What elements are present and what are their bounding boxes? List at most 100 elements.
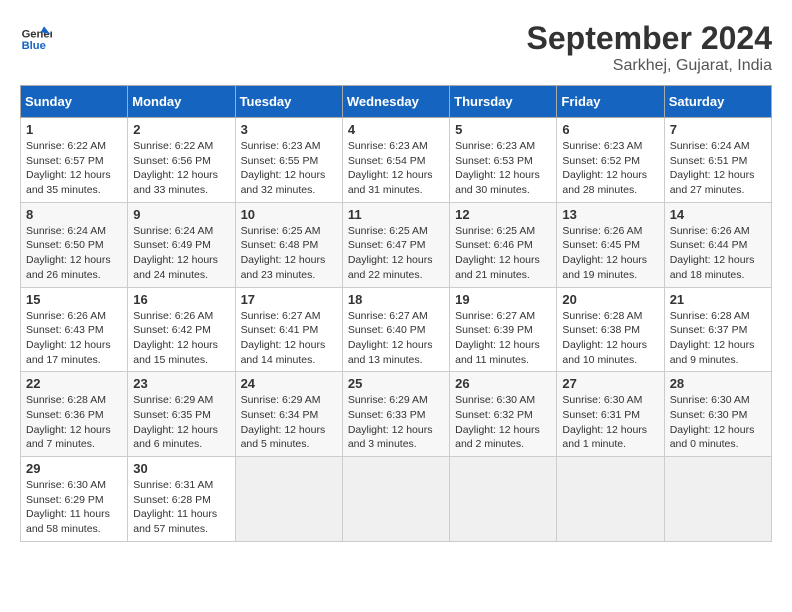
day-info-line: Sunset: 6:39 PM [455, 323, 551, 338]
day-info-line: and 58 minutes. [26, 522, 122, 537]
day-number: 30 [133, 461, 229, 476]
day-number: 23 [133, 376, 229, 391]
day-info-line: Daylight: 12 hours [562, 253, 658, 268]
day-info-line: Sunrise: 6:23 AM [348, 139, 444, 154]
day-info-line: and 1 minute. [562, 437, 658, 452]
day-info-line: Sunrise: 6:26 AM [133, 309, 229, 324]
column-header-friday: Friday [557, 86, 664, 118]
column-header-saturday: Saturday [664, 86, 771, 118]
day-info-line: Sunrise: 6:28 AM [26, 393, 122, 408]
calendar-cell: 6Sunrise: 6:23 AMSunset: 6:52 PMDaylight… [557, 118, 664, 203]
calendar-cell [235, 457, 342, 542]
day-info-line: and 5 minutes. [241, 437, 337, 452]
day-info-line: and 30 minutes. [455, 183, 551, 198]
calendar-cell: 24Sunrise: 6:29 AMSunset: 6:34 PMDayligh… [235, 372, 342, 457]
day-info-line: Sunrise: 6:23 AM [241, 139, 337, 154]
day-info-line: Sunrise: 6:30 AM [562, 393, 658, 408]
day-info-line: Sunset: 6:44 PM [670, 238, 766, 253]
day-info-line: and 10 minutes. [562, 353, 658, 368]
day-info-line: and 26 minutes. [26, 268, 122, 283]
day-number: 27 [562, 376, 658, 391]
day-info-line: Sunrise: 6:28 AM [562, 309, 658, 324]
day-number: 6 [562, 122, 658, 137]
calendar-cell: 23Sunrise: 6:29 AMSunset: 6:35 PMDayligh… [128, 372, 235, 457]
day-info-line: Sunrise: 6:26 AM [670, 224, 766, 239]
day-info-line: Sunrise: 6:22 AM [133, 139, 229, 154]
day-info-line: Sunset: 6:55 PM [241, 154, 337, 169]
day-info-line: Sunrise: 6:26 AM [26, 309, 122, 324]
day-info-line: Daylight: 12 hours [26, 338, 122, 353]
day-info-line: and 31 minutes. [348, 183, 444, 198]
day-info-line: Daylight: 12 hours [241, 168, 337, 183]
calendar-cell: 3 Sunrise: 6:23 AMSunset: 6:55 PMDaylight… [235, 118, 342, 203]
day-number: 20 [562, 292, 658, 307]
svg-text:General: General [22, 29, 52, 41]
calendar-cell: 27Sunrise: 6:30 AMSunset: 6:31 PMDayligh… [557, 372, 664, 457]
calendar-cell: 12Sunrise: 6:25 AMSunset: 6:46 PMDayligh… [450, 202, 557, 287]
day-number: 7 [670, 122, 766, 137]
day-number: 5 [455, 122, 551, 137]
day-info-line: Sunset: 6:43 PM [26, 323, 122, 338]
day-info-line: and 32 minutes. [241, 183, 337, 198]
calendar-cell: 5Sunrise: 6:23 AMSunset: 6:53 PMDaylight… [450, 118, 557, 203]
day-info-line: Sunrise: 6:28 AM [670, 309, 766, 324]
day-info-line: Sunset: 6:49 PM [133, 238, 229, 253]
day-info-line: Sunrise: 6:24 AM [133, 224, 229, 239]
day-info-line: and 18 minutes. [670, 268, 766, 283]
calendar-week-row: 1Sunrise: 6:22 AMSunset: 6:57 PMDaylight… [21, 118, 772, 203]
day-number: 17 [241, 292, 337, 307]
day-info-line: Daylight: 12 hours [133, 253, 229, 268]
page-header: General Blue September 2024 Sarkhej, Guj… [20, 20, 772, 75]
day-info-line: Sunset: 6:36 PM [26, 408, 122, 423]
day-number: 12 [455, 207, 551, 222]
day-info-line: Sunrise: 6:22 AM [26, 139, 122, 154]
day-info-line: Sunrise: 6:23 AM [455, 139, 551, 154]
day-info-line: Sunrise: 6:25 AM [455, 224, 551, 239]
day-number: 8 [26, 207, 122, 222]
day-info-line: Daylight: 12 hours [670, 338, 766, 353]
day-number: 24 [241, 376, 337, 391]
day-info-line: Daylight: 12 hours [241, 423, 337, 438]
day-info-line: Daylight: 12 hours [241, 338, 337, 353]
day-info-line: and 2 minutes. [455, 437, 551, 452]
day-info-line: Sunrise: 6:29 AM [133, 393, 229, 408]
day-info-line: Sunset: 6:32 PM [455, 408, 551, 423]
day-info-line: and 14 minutes. [241, 353, 337, 368]
day-info-line: Daylight: 12 hours [562, 423, 658, 438]
day-info-line: Daylight: 12 hours [348, 338, 444, 353]
day-info-line: Sunset: 6:48 PM [241, 238, 337, 253]
calendar-cell: 20Sunrise: 6:28 AMSunset: 6:38 PMDayligh… [557, 287, 664, 372]
day-info-line: Sunrise: 6:29 AM [348, 393, 444, 408]
calendar-cell: 16Sunrise: 6:26 AMSunset: 6:42 PMDayligh… [128, 287, 235, 372]
day-number: 3 [241, 122, 337, 137]
day-info-line: Sunrise: 6:24 AM [670, 139, 766, 154]
day-number: 29 [26, 461, 122, 476]
calendar-cell: 13Sunrise: 6:26 AMSunset: 6:45 PMDayligh… [557, 202, 664, 287]
calendar-week-row: 29Sunrise: 6:30 AMSunset: 6:29 PMDayligh… [21, 457, 772, 542]
calendar-cell: 30Sunrise: 6:31 AMSunset: 6:28 PMDayligh… [128, 457, 235, 542]
day-info-line: Daylight: 12 hours [455, 253, 551, 268]
day-info-line: Sunset: 6:33 PM [348, 408, 444, 423]
day-info-line: Sunset: 6:51 PM [670, 154, 766, 169]
day-info-line: Sunrise: 6:24 AM [26, 224, 122, 239]
day-info-line: Sunset: 6:47 PM [348, 238, 444, 253]
day-number: 18 [348, 292, 444, 307]
day-info-line: Daylight: 12 hours [133, 168, 229, 183]
day-info-line: and 35 minutes. [26, 183, 122, 198]
calendar-week-row: 22Sunrise: 6:28 AMSunset: 6:36 PMDayligh… [21, 372, 772, 457]
calendar-header-row: SundayMondayTuesdayWednesdayThursdayFrid… [21, 86, 772, 118]
day-number: 11 [348, 207, 444, 222]
calendar-cell [342, 457, 449, 542]
day-info-line: Sunset: 6:50 PM [26, 238, 122, 253]
calendar-cell: 14Sunrise: 6:26 AMSunset: 6:44 PMDayligh… [664, 202, 771, 287]
calendar-cell: 8Sunrise: 6:24 AMSunset: 6:50 PMDaylight… [21, 202, 128, 287]
calendar-cell: 15 Sunrise: 6:26 AMSunset: 6:43 PMDayligh… [21, 287, 128, 372]
day-info-line: and 22 minutes. [348, 268, 444, 283]
day-info-line: Sunrise: 6:30 AM [455, 393, 551, 408]
calendar-cell: 21Sunrise: 6:28 AMSunset: 6:37 PMDayligh… [664, 287, 771, 372]
day-number: 15 [26, 292, 122, 307]
day-info-line: and 6 minutes. [133, 437, 229, 452]
day-info-line: and 57 minutes. [133, 522, 229, 537]
calendar-cell [664, 457, 771, 542]
day-info-line: Sunset: 6:34 PM [241, 408, 337, 423]
